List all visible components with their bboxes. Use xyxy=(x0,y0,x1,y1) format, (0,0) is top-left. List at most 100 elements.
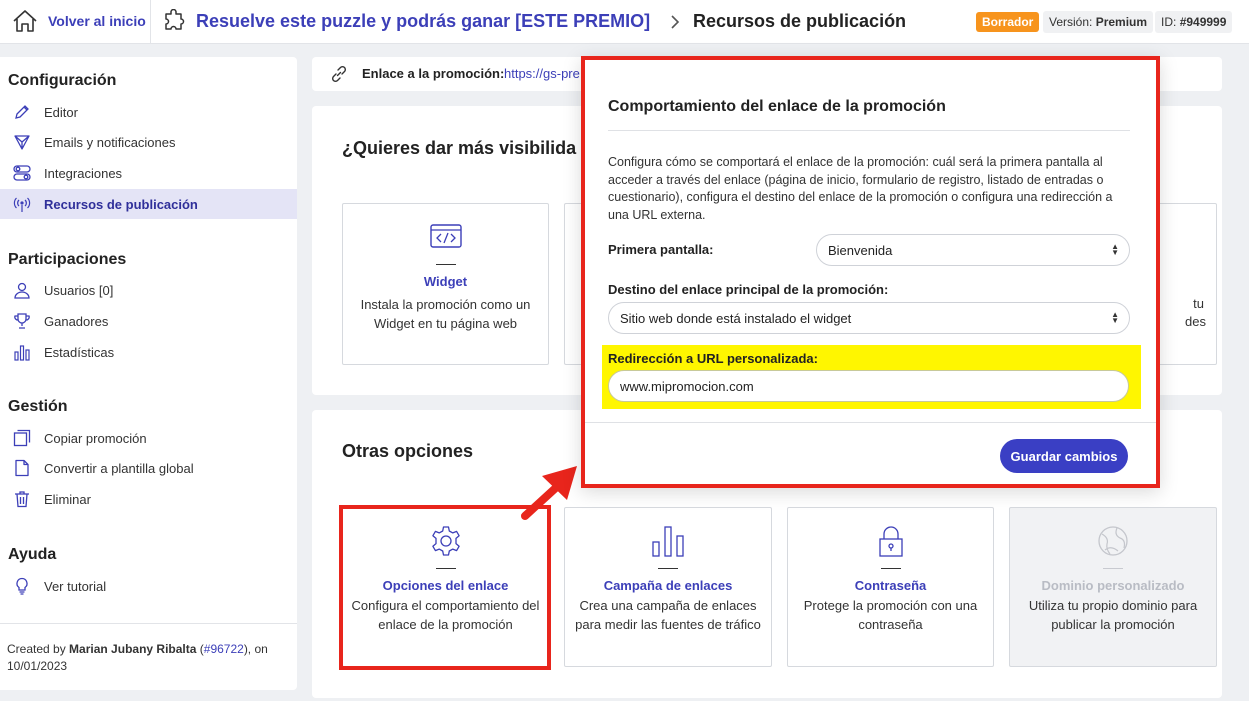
sidebar-item-convertir[interactable]: Convertir a plantilla global xyxy=(0,453,297,483)
destination-select[interactable]: Sitio web donde está instalado el widget… xyxy=(608,302,1130,334)
sidebar-item-recursos[interactable]: Recursos de publicación xyxy=(0,189,297,219)
bar-chart-icon xyxy=(12,342,32,362)
link-behavior-modal: Comportamiento del enlace de la promoció… xyxy=(581,56,1160,488)
sidebar-item-ganadores[interactable]: Ganadores xyxy=(0,306,297,336)
card-divider xyxy=(435,264,456,265)
modal-title: Comportamiento del enlace de la promoció… xyxy=(608,98,946,115)
sidebar-item-label: Eliminar xyxy=(44,491,91,507)
card-link-campaign[interactable]: Campaña de enlaces Crea una campaña de e… xyxy=(564,507,772,667)
sidebar-item-label: Ganadores xyxy=(44,313,109,329)
promo-title-link[interactable]: Resuelve este puzzle y podrás ganar [EST… xyxy=(162,9,650,33)
sidebar-item-estadisticas[interactable]: Estadísticas xyxy=(0,337,297,367)
chevron-right-icon xyxy=(671,15,680,29)
sidebar-item-label: Ver tutorial xyxy=(44,578,107,594)
redirect-url-input[interactable]: www.mipromocion.com xyxy=(608,370,1129,402)
gear-icon xyxy=(343,525,548,557)
modal-description: Configura cómo se comportará el enlace d… xyxy=(608,155,1113,222)
created-prefix: Created by xyxy=(7,642,66,656)
sidebar-item-emails[interactable]: Emails y notificaciones xyxy=(0,127,297,157)
trash-icon xyxy=(12,489,32,509)
card-title: Dominio personalizado xyxy=(1041,578,1185,593)
sidebar-item-label: Usuarios [0] xyxy=(44,282,114,298)
card-title: Widget xyxy=(423,274,468,289)
card-description-partial-2: des xyxy=(1185,314,1206,329)
sidebar-item-editor[interactable]: Editor xyxy=(0,97,297,127)
sidebar-item-label: Convertir a plantilla global xyxy=(44,460,194,476)
created-suffix: ), on xyxy=(243,642,268,656)
puzzle-icon xyxy=(165,9,185,30)
version-label: Versión: xyxy=(1049,15,1093,29)
section-title-ayuda: Ayuda xyxy=(8,546,57,563)
card-custom-domain: Dominio personalizado Utiliza tu propio … xyxy=(1009,507,1217,667)
card-title: Campaña de enlaces xyxy=(603,578,733,593)
modal-footer-divider xyxy=(585,422,1156,423)
first-screen-value: Bienvenida xyxy=(828,242,893,258)
trophy-icon xyxy=(12,311,32,331)
first-screen-select[interactable]: Bienvenida ▲ ▼ xyxy=(816,234,1130,266)
section-title-configuracion: Configuración xyxy=(8,72,117,89)
sidebar-divider xyxy=(0,623,297,624)
card-divider xyxy=(880,568,901,569)
first-screen-label: Primera pantalla: xyxy=(608,242,714,257)
annotation-arrow-icon xyxy=(521,466,577,520)
promo-link-label: Enlace a la promoción: xyxy=(362,66,505,81)
sidebar-item-label: Emails y notificaciones xyxy=(44,134,176,150)
card-widget[interactable]: Widget Instala la promoción como un Widg… xyxy=(342,203,549,365)
home-link[interactable]: Volver al inicio xyxy=(12,9,146,33)
sidebar-item-label: Copiar promoción xyxy=(44,430,147,446)
link-icon xyxy=(331,65,347,83)
select-caret-icon: ▲ ▼ xyxy=(1111,310,1119,325)
destination-label: Destino del enlace principal de la promo… xyxy=(608,282,889,297)
toggles-icon xyxy=(12,163,32,183)
card-link-options[interactable]: Opciones del enlace Configura el comport… xyxy=(342,507,549,667)
sidebar-item-label: Recursos de publicación xyxy=(44,196,198,212)
send-icon xyxy=(12,132,32,152)
user-icon xyxy=(12,280,32,300)
sidebar-item-eliminar[interactable]: Eliminar xyxy=(0,484,297,514)
card-title: Contraseña xyxy=(854,578,927,593)
lock-icon xyxy=(788,525,993,557)
pencil-icon xyxy=(12,102,32,122)
card-description: Configura el comportamiento del enlace d… xyxy=(351,598,540,632)
destination-value: Sitio web donde está instalado el widget xyxy=(620,310,852,326)
version-badge: Versión: Premium xyxy=(1043,11,1154,33)
top-bar: Volver al inicio Resuelve este puzzle y … xyxy=(0,0,1249,44)
sidebar: Configuración Editor Emails y notificaci… xyxy=(0,57,297,690)
card-description-partial-1: tu xyxy=(1193,296,1204,311)
other-options-title: Otras opciones xyxy=(342,441,474,461)
card-description: Protege la promoción con una contraseña xyxy=(803,598,978,632)
sidebar-item-integraciones[interactable]: Integraciones xyxy=(0,158,297,188)
card-divider xyxy=(1103,568,1123,569)
home-icon xyxy=(13,10,37,32)
card-divider xyxy=(658,568,678,569)
card-description: Crea una campaña de enlaces para medir l… xyxy=(575,598,761,632)
sidebar-item-copiar[interactable]: Copiar promoción xyxy=(0,423,297,453)
card-title: Opciones del enlace xyxy=(382,578,509,593)
card-password[interactable]: Contraseña Protege la promoción con una … xyxy=(787,507,994,667)
sidebar-item-label: Editor xyxy=(44,104,78,120)
section-title-gestion: Gestión xyxy=(8,398,68,415)
select-caret-icon: ▲ ▼ xyxy=(1111,242,1119,257)
save-button[interactable]: Guardar cambios xyxy=(1000,439,1128,473)
section-title-participaciones: Participaciones xyxy=(8,251,127,268)
promo-link-url[interactable]: https://gs-pre xyxy=(504,66,584,81)
status-badge: Borrador xyxy=(976,12,1040,32)
created-id-link[interactable]: #96722 xyxy=(204,642,244,656)
home-label: Volver al inicio xyxy=(48,13,146,29)
sidebar-item-tutorial[interactable]: Ver tutorial xyxy=(0,571,297,601)
sidebar-item-label: Integraciones xyxy=(44,165,123,181)
created-by-note: Created by Marian Jubany Ribalta (#96722… xyxy=(7,641,287,675)
id-badge: ID: #949999 xyxy=(1155,11,1233,33)
redirect-label: Redirección a URL personalizada: xyxy=(608,351,818,366)
id-value: #949999 xyxy=(1179,15,1227,29)
sidebar-item-usuarios[interactable]: Usuarios [0] xyxy=(0,275,297,305)
card-divider xyxy=(435,568,456,569)
id-label: ID: xyxy=(1161,15,1177,29)
promo-title: Resuelve este puzzle y podrás ganar [EST… xyxy=(196,10,651,31)
sidebar-item-label: Estadísticas xyxy=(44,344,115,360)
header-divider xyxy=(150,0,151,44)
broadcast-icon xyxy=(12,194,32,214)
version-value: Premium xyxy=(1095,15,1148,29)
modal-divider xyxy=(608,130,1130,131)
redirect-highlight: Redirección a URL personalizada: www.mip… xyxy=(602,345,1141,409)
